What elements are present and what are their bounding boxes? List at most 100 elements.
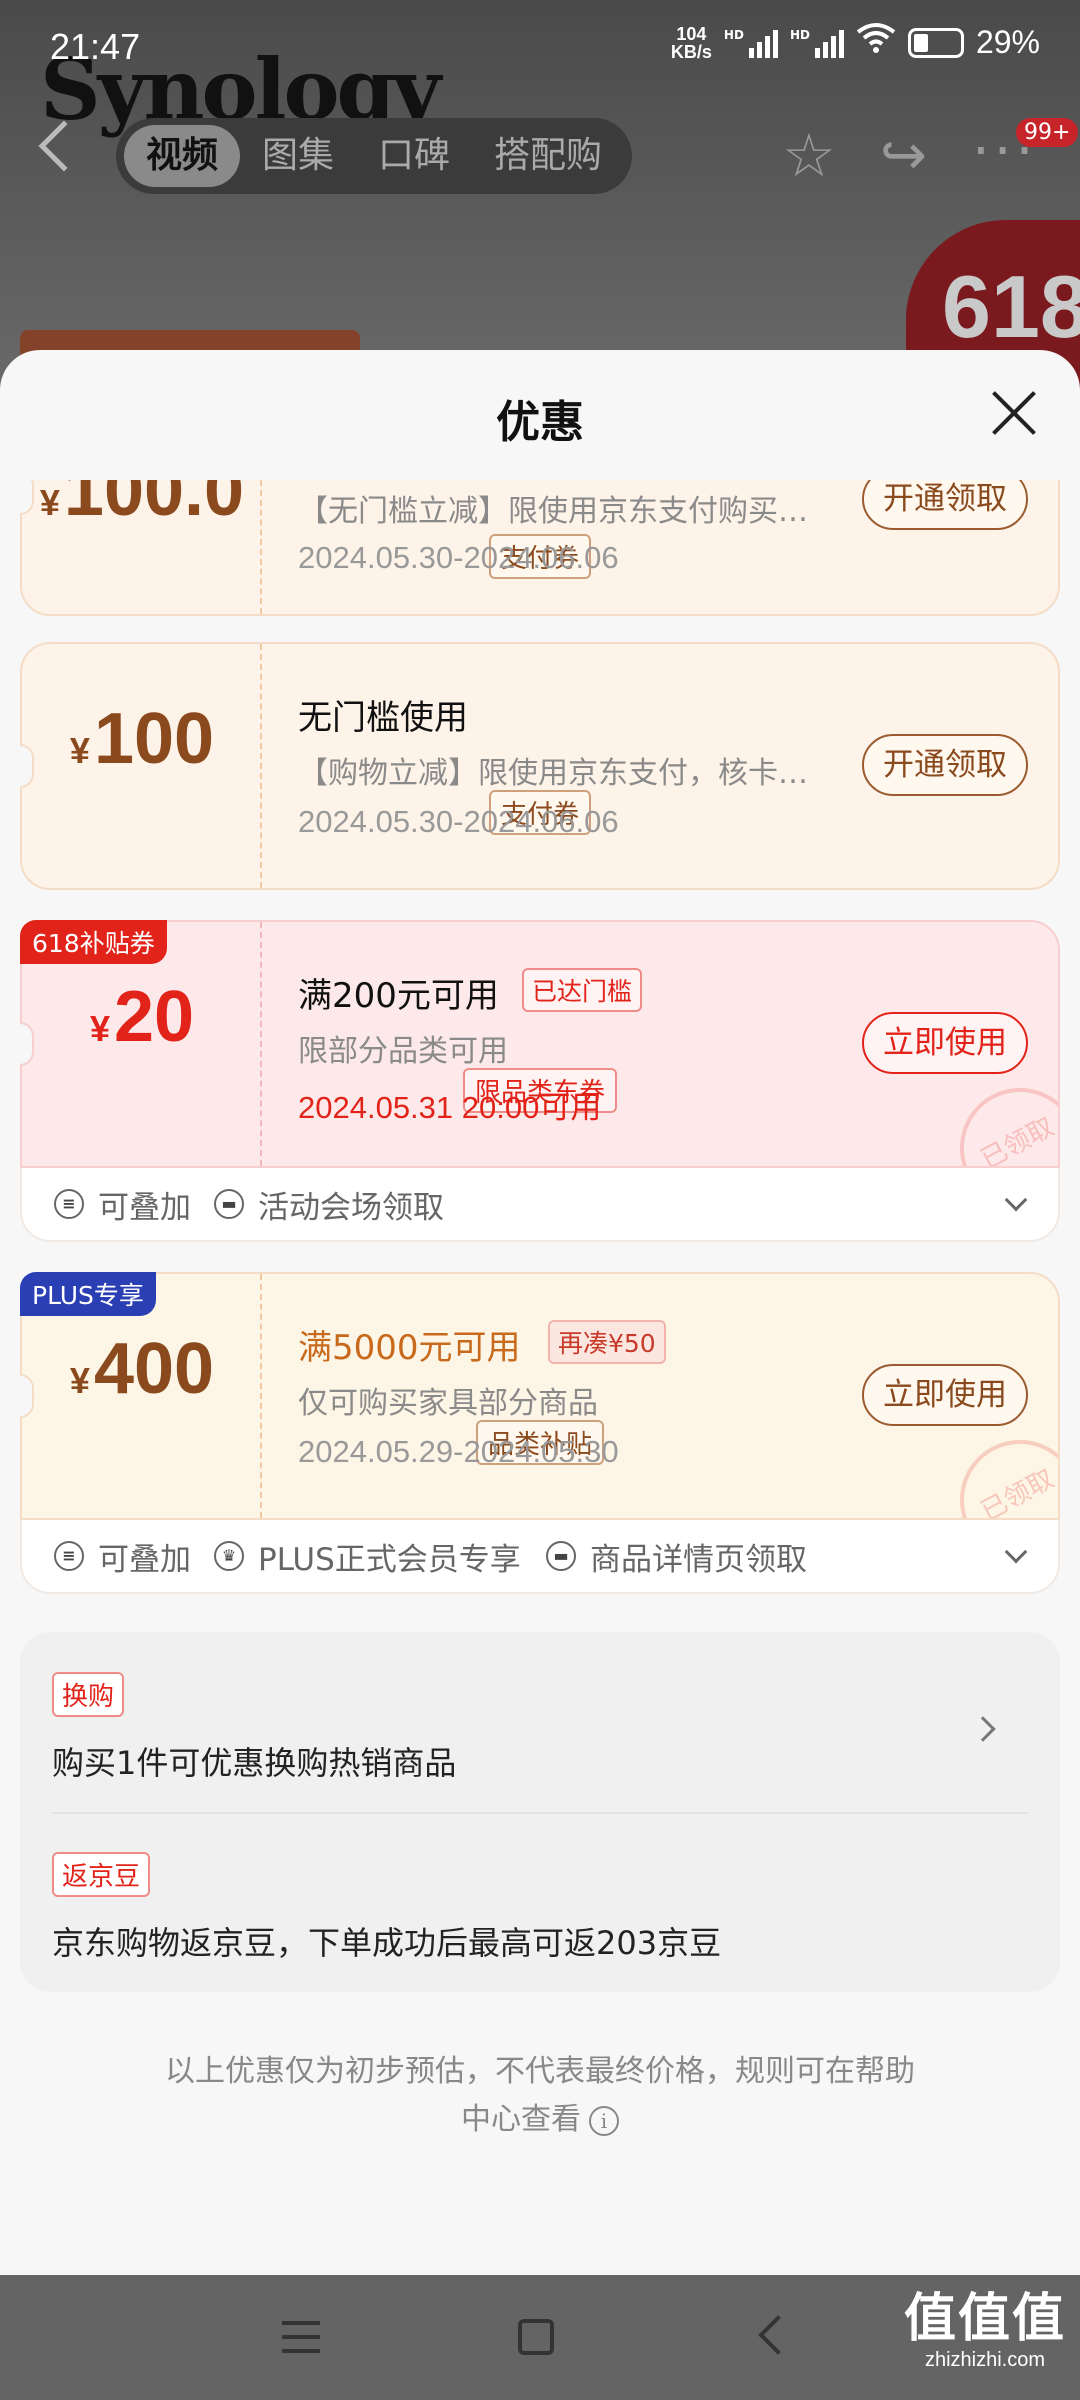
stack-icon: ≡ xyxy=(54,1541,84,1571)
footer-label: 活动会场领取 xyxy=(258,1189,444,1226)
info-icon[interactable]: i xyxy=(589,2105,619,2136)
watermark-url: zhizhizhi.com xyxy=(924,2349,1046,2371)
coupon-currency: ¥ xyxy=(69,730,90,771)
system-back-icon[interactable] xyxy=(758,2315,798,2355)
footer-stackable: ≡ 可叠加 xyxy=(54,1168,191,1240)
coupon-title: 无门槛使用 xyxy=(298,698,468,738)
extra-benefits-card: 换购 购买1件可优惠换购热销商品 返京豆 京东购物返京豆，下单成功后最高可返20… xyxy=(20,1632,1060,1992)
coupon-card: ¥100 支付券 无门槛使用 【购物立减】限使用京东支付，核卡… 2024.05… xyxy=(20,642,1060,890)
status-time: 21:47 xyxy=(50,26,141,67)
trade-in-tag: 换购 xyxy=(52,1672,125,1717)
disclaimer-line2-wrap: 中心查看 i xyxy=(120,2096,960,2144)
network-speed: 104 KB/s xyxy=(671,25,712,61)
footer-label: PLUS正式会员专享 xyxy=(258,1541,521,1578)
coupon-currency: ¥ xyxy=(39,482,60,523)
chevron-right-icon xyxy=(970,1716,996,1742)
chevron-down-icon[interactable] xyxy=(1004,1188,1028,1212)
coupon-card: 618补贴券 ¥20 限品类东券 满200元可用 已达门槛 限部分品类可用 20… xyxy=(20,920,1060,1168)
coupon-card: PLUS专享 ¥400 品类补贴 满5000元可用 再凑¥50 仅可购买家具部分… xyxy=(20,1272,1060,1520)
jingdou-tag: 返京豆 xyxy=(52,1852,151,1897)
network-speed-unit: KB/s xyxy=(670,41,712,62)
disclaimer-line2: 中心查看 xyxy=(461,2102,581,2137)
footer-label: 可叠加 xyxy=(98,1541,191,1578)
sim2-hd-label: HD xyxy=(789,27,810,42)
coupon-currency: ¥ xyxy=(69,1360,90,1401)
share-icon[interactable]: ↪ xyxy=(880,126,927,186)
coupon-amount-value: 100 xyxy=(93,699,215,779)
coupon-description: 限部分品类可用 xyxy=(298,1034,508,1069)
coupon-description: 【无门槛立减】限使用京东支付购买… xyxy=(298,494,808,529)
tab-reviews[interactable]: 口碑 xyxy=(356,125,472,187)
status-icons: 104 KB/s HD HD 29% xyxy=(671,22,1040,63)
coupon-amount: ¥100.0 xyxy=(22,480,262,532)
footer-label: 可叠加 xyxy=(98,1189,191,1226)
coupon-footer[interactable]: ≡ 可叠加 ♛ PLUS正式会员专享 ▬ 商品详情页领取 xyxy=(20,1520,1060,1594)
footer-plus-member: ♛ PLUS正式会员专享 xyxy=(214,1520,521,1592)
claim-button[interactable]: 开通领取 xyxy=(862,480,1028,530)
claimed-stamp-text: 已领取 xyxy=(946,1428,1058,1518)
divider xyxy=(52,1812,1028,1814)
claimed-stamp: 已领取 xyxy=(946,1428,1058,1518)
coupon-title: 满5000元可用 xyxy=(298,1328,521,1368)
battery-percent: 29% xyxy=(975,24,1040,60)
coupon-corner-tag: PLUS专享 xyxy=(20,1272,156,1316)
coupon-validity-date: 2024.05.30-2024.06.06 xyxy=(298,804,619,839)
coupon-card: ¥100.0 支付券 【无门槛立减】限使用京东支付购买… 2024.05.30-… xyxy=(20,480,1060,616)
ticket-icon: ▬ xyxy=(214,1189,244,1219)
coupon-corner-tag: 618补贴券 xyxy=(20,920,167,964)
coupon-title: 满200元可用 xyxy=(298,976,499,1016)
tab-bundle[interactable]: 搭配购 xyxy=(472,125,624,187)
coupon-amount-value: 20 xyxy=(113,977,195,1057)
tab-video[interactable]: 视频 xyxy=(124,125,241,187)
coupon-validity-date: 2024.05.29-2024.05.30 xyxy=(298,1434,619,1469)
message-badge: 99+ xyxy=(1016,118,1079,147)
background-page: Synology 21:47 104 KB/s HD HD 29% 视频 图集 … xyxy=(0,0,1080,400)
favorite-star-icon[interactable]: ☆ xyxy=(782,126,836,186)
use-now-button[interactable]: 立即使用 xyxy=(862,1364,1028,1426)
coupon-amount-value: 400 xyxy=(93,1329,215,1409)
network-speed-value: 104 xyxy=(676,23,707,44)
recent-apps-icon[interactable] xyxy=(282,2321,320,2353)
coupon-list[interactable]: ¥100.0 支付券 【无门槛立减】限使用京东支付购买… 2024.05.30-… xyxy=(0,480,1080,2275)
chevron-down-icon[interactable] xyxy=(1004,1540,1028,1564)
claimed-stamp: 已领取 xyxy=(946,1076,1058,1166)
status-bar: 21:47 104 KB/s HD HD 29% xyxy=(0,0,1080,90)
wifi-icon xyxy=(856,22,896,63)
coupon-description: 【购物立减】限使用京东支付，核卡… xyxy=(298,756,808,791)
battery-icon xyxy=(907,27,964,58)
trade-in-row[interactable]: 换购 购买1件可优惠换购热销商品 xyxy=(20,1632,1060,1812)
footer-source: ▬ 活动会场领取 xyxy=(214,1168,444,1240)
crown-icon: ♛ xyxy=(214,1541,244,1571)
threshold-status-tag: 已达门槛 xyxy=(522,968,643,1012)
disclaimer-line1: 以上优惠仅为初步预估，不代表最终价格，规则可在帮助 xyxy=(165,2054,915,2089)
close-icon[interactable] xyxy=(990,388,1038,436)
claimed-stamp-text: 已领取 xyxy=(946,1076,1058,1166)
coupon-amount: ¥400 xyxy=(22,1328,262,1410)
use-now-button[interactable]: 立即使用 xyxy=(862,1012,1028,1074)
trade-in-text: 购买1件可优惠换购热销商品 xyxy=(52,1744,457,1782)
tab-gallery[interactable]: 图集 xyxy=(240,125,356,187)
jingdou-text: 京东购物返京豆，下单成功后最高可返203京豆 xyxy=(52,1924,722,1962)
watermark-logo: 值值值 xyxy=(903,2289,1066,2349)
coupon-description: 仅可购买家具部分商品 xyxy=(298,1386,598,1421)
signal-icon: HD xyxy=(724,28,778,58)
signal-icon: HD xyxy=(790,28,844,58)
footer-label: 商品详情页领取 xyxy=(590,1541,807,1578)
watermark: 值值值 zhizhizhi.com xyxy=(904,2289,1066,2372)
coupon-amount: ¥100 xyxy=(22,698,262,780)
coupon-validity-date: 2024.05.30-2024.06.06 xyxy=(298,540,619,575)
coupon-amount: ¥20 xyxy=(22,976,262,1058)
home-icon[interactable] xyxy=(518,2319,554,2355)
coupon-footer[interactable]: ≡ 可叠加 ▬ 活动会场领取 xyxy=(20,1168,1060,1242)
threshold-status-tag: 再凑¥50 xyxy=(548,1320,666,1364)
media-tabs: 视频 图集 口碑 搭配购 xyxy=(116,118,633,194)
coupon-currency: ¥ xyxy=(89,1008,110,1049)
sim1-hd-label: HD xyxy=(723,27,744,42)
coupon-amount-value: 100.0 xyxy=(63,480,245,531)
stack-icon: ≡ xyxy=(54,1189,84,1219)
sheet-title: 优惠 xyxy=(496,397,584,448)
system-nav-bar: 值值值 zhizhizhi.com xyxy=(0,2275,1080,2400)
claim-button[interactable]: 开通领取 xyxy=(862,734,1028,796)
coupon-validity-date: 2024.05.31 20:00可用 xyxy=(298,1090,602,1125)
discount-sheet: 优惠 ¥100.0 支付券 【无门槛立减】限使用京东支付购买… 2024.05.… xyxy=(0,350,1080,2275)
